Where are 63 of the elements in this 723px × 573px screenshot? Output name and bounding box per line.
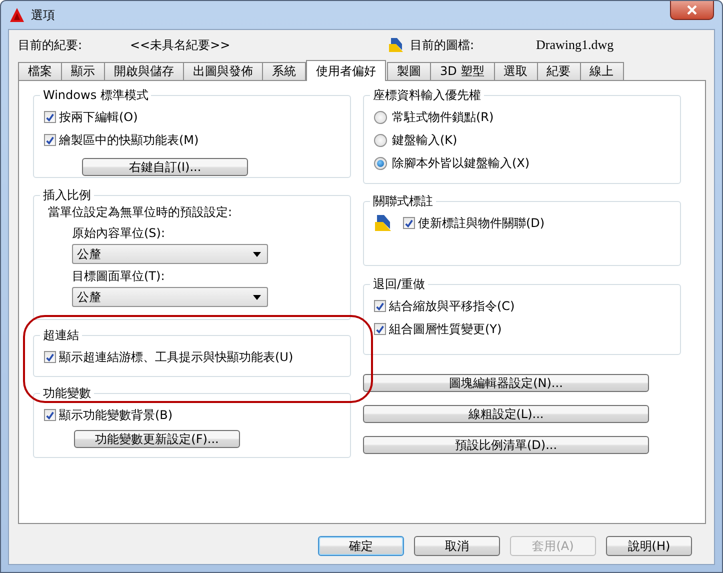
group-title: 退回/重做 [372,276,426,293]
checkbox[interactable] [44,409,56,421]
tab[interactable]: 3D 塑型 [430,62,495,80]
checkbox[interactable] [374,300,386,312]
group-title: 座標資料輸入優先權 [372,87,482,104]
settings-button[interactable]: 圖塊編輯器設定(N)... [363,374,649,392]
radio-label: 除腳本外皆以鍵盤輸入(X) [392,154,530,172]
dimension-icon [374,214,392,232]
checkbox-label: 組合圖層性質變更(Y) [389,320,502,338]
tab[interactable]: 製圖 [387,62,431,80]
customize-right-click-button[interactable]: 右鍵自訂(I)... [82,158,248,176]
triangle-logo-icon [9,7,25,23]
dialog-button[interactable]: 確定 [318,536,404,556]
radio-label: 鍵盤輸入(K) [392,132,458,148]
checkbox[interactable] [44,111,56,123]
units-dropdown[interactable]: 公釐 [72,287,268,307]
profile-value: <<未具名紀要>> [130,36,232,54]
checkbox[interactable] [374,323,386,335]
group-title: 插入比例 [42,187,92,204]
checkbox-label: 顯示功能變數背景(B) [59,406,173,424]
field-label: 原始內容單位(S): [72,225,166,242]
settings-button[interactable]: 預設比例清單(D)... [363,436,649,454]
close-icon [687,5,697,15]
tab[interactable]: 線上 [580,62,624,80]
drawing-file-icon [388,37,404,53]
radio-button[interactable] [374,134,387,146]
description-text: 當單位設定為無單位時的預設設定: [48,204,234,221]
field-label: 目標圖面單位(T): [72,268,166,285]
checkbox-label: 按兩下編輯(O) [59,108,138,126]
checkbox[interactable] [44,351,56,363]
dialog-button[interactable]: 說明(H) [606,536,692,556]
checkbox-label: 結合縮放與平移指令(C) [389,298,515,314]
tab[interactable]: 檔案 [18,62,62,80]
field-update-settings-button[interactable]: 功能變數更新設定(F)... [74,430,240,448]
checkbox-label: 顯示超連結游標、工具提示與快顯功能表(U) [59,348,294,366]
radio-button[interactable] [374,156,387,170]
checkbox[interactable] [403,217,415,229]
group-title: 超連結 [42,327,80,344]
units-dropdown[interactable]: 公釐 [72,244,268,264]
tab[interactable]: 出圖與發佈 [183,62,263,80]
group-title: 功能變數 [42,385,92,402]
tab[interactable]: 開啟與儲存 [104,62,184,80]
window-title: 選項 [31,6,55,24]
profile-label: 目前的紀要: [18,36,84,54]
dropdown-arrow-icon [253,294,261,300]
radio-button[interactable] [374,110,387,124]
checkbox-label: 使新標註與物件關聯(D) [418,214,545,232]
radio-label: 常駐式物件鎖點(R) [392,108,494,126]
tab[interactable]: 選取 [494,62,538,80]
tab[interactable]: 系統 [262,62,306,80]
group-title: Windows 標準模式 [42,87,150,104]
tab[interactable]: 紀要 [536,62,581,80]
checkbox-label: 繪製區中的快顯功能表(M) [59,132,199,148]
dropdown-arrow-icon [253,252,261,256]
group-title: 關聯式標註 [372,193,434,210]
tab[interactable]: 顯示 [61,62,105,80]
drawing-name: Drawing1.dwg [536,37,614,53]
checkbox[interactable] [44,134,56,146]
settings-button[interactable]: 線粗設定(L)... [363,405,649,423]
close-button[interactable] [670,1,714,20]
tab[interactable]: 使用者偏好 [306,60,386,81]
dialog-button[interactable]: 取消 [414,536,500,556]
drawing-label: 目前的圖檔: [410,36,476,54]
